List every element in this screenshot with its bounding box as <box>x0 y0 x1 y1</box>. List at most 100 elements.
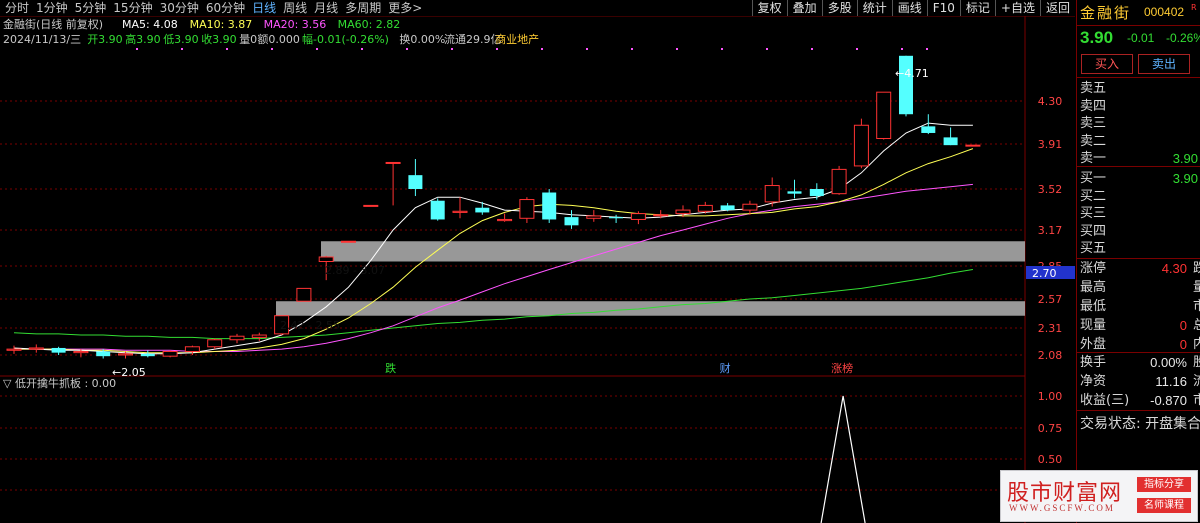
quote-stat: 最低 市 <box>1077 297 1200 316</box>
candle-body-up <box>764 185 780 203</box>
marker-dot <box>226 48 228 50</box>
candle-body-down <box>943 137 958 146</box>
quote-info-item: 开3.90 <box>87 33 123 46</box>
financial-stat: 换手 0.00% 股 <box>1077 353 1200 372</box>
candle-body-down <box>96 351 111 357</box>
price-axis-label: 3.52 <box>1038 183 1063 196</box>
candle-body-up <box>742 203 758 211</box>
price-change-pct: -0.26% <box>1166 31 1200 45</box>
candle-body-down <box>408 175 423 189</box>
quote-stat-label: 涨停 <box>1080 261 1107 276</box>
watermark-tag-courses: 名师课程 <box>1137 498 1191 513</box>
financial-stat-label: 换手 <box>1080 355 1107 370</box>
bid-level-value: 3.90 <box>1172 171 1198 186</box>
period-tab[interactable]: 周线 <box>280 0 311 16</box>
quote-stat-tail: 总 <box>1193 316 1200 335</box>
top-toolbar: 分时 1分钟 5分钟 15分钟 30分钟 60分钟 日线 周线 月线 多周期 更多> 复权 叠加 多股统… <box>0 0 1075 17</box>
stock-code-suffix: R <box>1191 3 1197 12</box>
candle-body-up <box>229 335 245 341</box>
financial-stat-tail: 股 <box>1193 353 1200 372</box>
marker-dot <box>901 48 903 50</box>
sell-button[interactable]: 卖出 <box>1138 54 1190 74</box>
ma-legend-item: MA60: 2.82 <box>338 18 401 31</box>
stock-name: 金融街 <box>1080 4 1132 22</box>
buy-button[interactable]: 买入 <box>1081 54 1133 74</box>
period-tab[interactable]: 更多> <box>385 0 426 16</box>
watermark-tag-indicators: 指标分享 <box>1137 477 1191 492</box>
marker-dot <box>361 48 363 50</box>
tool-button[interactable]: 叠加 <box>786 0 822 16</box>
candle-body-up <box>296 287 312 302</box>
tool-button[interactable]: F10 <box>926 0 960 16</box>
marker-dot <box>451 48 453 50</box>
bid-level-label: 买二 <box>1080 188 1107 204</box>
marker-dot <box>676 48 678 50</box>
candle-body-down <box>720 205 735 211</box>
period-tab[interactable]: 15分钟 <box>110 0 156 16</box>
financial-stat-label: 收益(三) <box>1080 393 1130 408</box>
indicator-axis-label: 0.50 <box>1038 453 1063 466</box>
price-axis-label: 2.31 <box>1038 322 1063 335</box>
financial-stat: 收益(三) -0.870 市 <box>1077 391 1200 410</box>
marker-dot <box>181 48 183 50</box>
separator <box>1077 410 1200 411</box>
ask-level: 卖二 <box>1077 132 1200 151</box>
ma-legend-item: MA20: 3.56 <box>264 18 327 31</box>
tool-button[interactable]: 统计 <box>856 0 892 16</box>
trade-status: 交易状态: 开盘集合 <box>1080 416 1200 432</box>
marker-dot <box>316 48 318 50</box>
chart-grid: 4.303.913.523.172.852.572.312.082.70 <box>0 16 1075 523</box>
quote-info-item: 低3.90 <box>163 33 199 46</box>
period-tab[interactable]: 月线 <box>311 0 342 16</box>
indicator-panel: ▽ 低开擒牛抓板 : 0.001.000.750.500.25 <box>0 376 1062 523</box>
event-marker[interactable]: 跌 <box>385 361 396 375</box>
candle-body-up <box>452 210 468 213</box>
price-axis-label: 4.30 <box>1038 95 1063 108</box>
quote-info-item: 流通29.9亿 <box>444 32 502 46</box>
bid-level: 买三 <box>1077 204 1200 223</box>
high-annotation: ←4.71 <box>895 67 929 80</box>
tool-button[interactable]: 画线 <box>891 0 927 16</box>
quote-stat-tail: 市 <box>1193 297 1200 316</box>
quote-info-item: 量0 <box>239 33 257 46</box>
price-axis-label: 3.17 <box>1038 224 1063 237</box>
tool-button[interactable]: 返回 <box>1039 0 1075 16</box>
marker-dot <box>721 48 723 50</box>
candle-body-up <box>653 214 669 217</box>
candle-body-down <box>140 353 155 357</box>
tool-button[interactable]: 标记 <box>959 0 995 16</box>
site-watermark: 股市财富网 WWW.GSCFW.COM 指标分享 名师课程 <box>1000 470 1198 522</box>
period-tab[interactable]: 30分钟 <box>157 0 203 16</box>
gap-band <box>276 301 1025 316</box>
price-axis-label: 2.57 <box>1038 293 1063 306</box>
chart-labels: 金融街(日线 前复权) MA5: 4.08 MA10: 3.87 MA20: 3.56… <box>3 17 929 379</box>
candle-body-down <box>475 207 490 213</box>
period-tab[interactable]: 5分钟 <box>72 0 111 16</box>
period-tab[interactable]: 多周期 <box>342 0 385 16</box>
tool-button[interactable]: 复权 <box>751 0 787 16</box>
quote-stat: 现量 0总 <box>1077 316 1200 335</box>
candle-body-up <box>318 256 334 262</box>
quote-stat-value: 4.30 <box>1161 261 1187 276</box>
candle-body-down <box>430 200 445 220</box>
ask-level-label: 卖四 <box>1080 98 1107 114</box>
candle-body-up <box>697 204 713 212</box>
watermark-url: WWW.GSCFW.COM <box>1009 503 1115 513</box>
quote-stat: 最高 量 <box>1077 278 1200 297</box>
event-marker[interactable]: 财 <box>720 361 731 375</box>
marker-dot <box>406 48 408 50</box>
candle-body-up <box>6 348 22 351</box>
candle-body-up <box>118 353 133 356</box>
kline-chart[interactable]: 4.303.913.523.172.852.572.312.082.70 金融街… <box>0 16 1075 523</box>
last-price: 3.90 <box>1080 28 1114 47</box>
tool-button[interactable]: +自选 <box>994 0 1040 16</box>
ask-level-label: 卖三 <box>1080 116 1107 132</box>
period-tab[interactable]: 1分钟 <box>33 0 72 16</box>
tool-button[interactable]: 多股 <box>821 0 857 16</box>
quote-stat-tail: 跌 <box>1193 259 1200 278</box>
period-tab[interactable]: 日线 <box>249 0 280 16</box>
period-tab[interactable]: 60分钟 <box>203 0 249 16</box>
event-marker[interactable]: 涨榜 <box>831 361 853 375</box>
price-gaps <box>276 241 1025 316</box>
period-tab[interactable]: 分时 <box>2 0 33 16</box>
